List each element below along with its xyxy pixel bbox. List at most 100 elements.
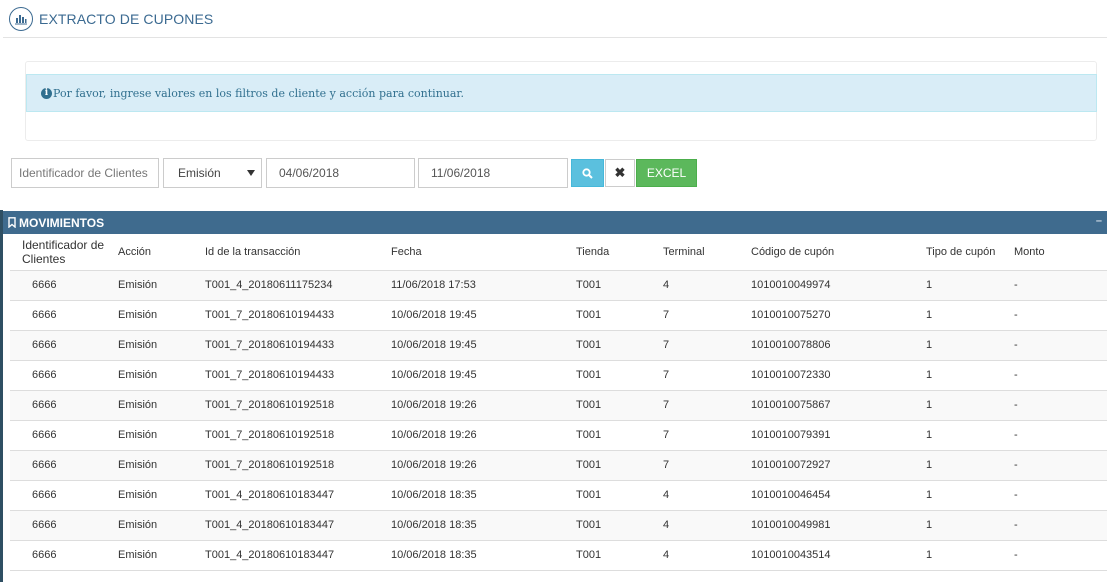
table-cell: 1 bbox=[914, 450, 1002, 481]
table-cell: 10/06/2018 19:45 bbox=[379, 300, 564, 331]
table-cell: T001_7_20180610192518 bbox=[193, 420, 379, 451]
table-cell: - bbox=[1002, 480, 1107, 511]
table-cell: T001_7_20180610192518 bbox=[193, 390, 379, 421]
table-cell: T001_7_20180610192518 bbox=[193, 450, 379, 481]
table-cell: Emisión bbox=[106, 480, 193, 511]
table-cell: - bbox=[1002, 420, 1107, 451]
table-cell: T001_4_20180610183447 bbox=[193, 480, 379, 511]
alert-message: Por favor, ingrese valores en los filtro… bbox=[53, 86, 464, 100]
table-cell: 6666 bbox=[10, 420, 106, 451]
table-cell: - bbox=[1002, 510, 1107, 541]
bar-chart-icon bbox=[9, 6, 33, 31]
table-cell: - bbox=[1002, 300, 1107, 331]
column-header[interactable]: Código de cupón bbox=[739, 234, 914, 271]
client-id-input[interactable] bbox=[11, 158, 159, 188]
table-cell: 1 bbox=[914, 300, 1002, 331]
panel-title: MOVIMIENTOS bbox=[19, 215, 105, 230]
table-cell: T001 bbox=[564, 330, 651, 361]
table-cell: 6666 bbox=[10, 480, 106, 511]
column-header[interactable]: Acción bbox=[106, 234, 193, 271]
table-cell: 11/06/2018 17:53 bbox=[379, 270, 564, 301]
table-cell: T001 bbox=[564, 450, 651, 481]
table-cell: T001_7_20180610194433 bbox=[193, 360, 379, 391]
action-select-value: Emisión bbox=[178, 166, 221, 180]
table-row: 6666 Emisión T001_4_20180611175234 11/06/20… bbox=[10, 270, 1107, 301]
column-header[interactable]: Identificador de Clientes bbox=[10, 234, 106, 271]
table-cell: T001 bbox=[564, 540, 651, 571]
table-cell: 1 bbox=[914, 360, 1002, 391]
collapse-icon[interactable]: – bbox=[1096, 215, 1102, 227]
table-cell: 6666 bbox=[10, 390, 106, 421]
page-title: EXTRACTO DE CUPONES bbox=[39, 10, 214, 27]
table-cell: T001_4_20180610183447 bbox=[193, 510, 379, 541]
table-cell: 10/06/2018 18:35 bbox=[379, 540, 564, 571]
table-cell: 7 bbox=[651, 390, 739, 421]
table-cell: - bbox=[1002, 270, 1107, 301]
table-cell: 10/06/2018 19:45 bbox=[379, 360, 564, 391]
table-cell: 6666 bbox=[10, 330, 106, 361]
table-cell: 7 bbox=[651, 330, 739, 361]
table-cell: T001_4_20180611175234 bbox=[193, 270, 379, 301]
table-cell: 10/06/2018 19:26 bbox=[379, 390, 564, 421]
movements-table: Identificador de Clientes Acción Id de la … bbox=[10, 234, 1107, 571]
date-to-input[interactable] bbox=[418, 158, 568, 188]
table-cell: Emisión bbox=[106, 450, 193, 481]
table-cell: 1010010075867 bbox=[739, 390, 914, 421]
table-cell: 1010010043514 bbox=[739, 540, 914, 571]
movements-panel-header: MOVIMIENTOS – bbox=[3, 211, 1107, 234]
table-cell: 4 bbox=[651, 510, 739, 541]
table-row: 6666 Emisión T001_4_20180610183447 10/06/20… bbox=[10, 510, 1107, 541]
column-header[interactable]: Fecha bbox=[379, 234, 564, 271]
table-cell: 7 bbox=[651, 420, 739, 451]
column-header[interactable]: Tienda bbox=[564, 234, 651, 271]
table-row: 6666 Emisión T001_7_20180610192518 10/06/20… bbox=[10, 420, 1107, 451]
table-row: 6666 Emisión T001_7_20180610194433 10/06/20… bbox=[10, 330, 1107, 361]
table-cell: T001_7_20180610194433 bbox=[193, 330, 379, 361]
table-cell: 1010010079391 bbox=[739, 420, 914, 451]
table-cell: 10/06/2018 19:26 bbox=[379, 420, 564, 451]
table-cell: - bbox=[1002, 330, 1107, 361]
column-header[interactable]: Id de la transacción bbox=[193, 234, 379, 271]
info-icon: i bbox=[41, 87, 52, 99]
table-cell: 10/06/2018 19:26 bbox=[379, 450, 564, 481]
table-row: 6666 Emisión T001_7_20180610192518 10/06/20… bbox=[10, 390, 1107, 421]
table-cell: 1 bbox=[914, 330, 1002, 361]
table-cell: T001 bbox=[564, 300, 651, 331]
column-header[interactable]: Tipo de cupón bbox=[914, 234, 1002, 271]
table-cell: Emisión bbox=[106, 420, 193, 451]
table-cell: 1 bbox=[914, 480, 1002, 511]
column-header[interactable]: Terminal bbox=[651, 234, 739, 271]
column-header[interactable]: Monto bbox=[1002, 234, 1107, 271]
table-cell: 6666 bbox=[10, 450, 106, 481]
table-cell: T001 bbox=[564, 390, 651, 421]
table-cell: Emisión bbox=[106, 330, 193, 361]
table-cell: T001 bbox=[564, 420, 651, 451]
table-cell: 6666 bbox=[10, 510, 106, 541]
table-cell: - bbox=[1002, 540, 1107, 571]
search-button[interactable] bbox=[571, 159, 604, 187]
table-cell: 1010010049981 bbox=[739, 510, 914, 541]
table-cell: 1010010049974 bbox=[739, 270, 914, 301]
table-cell: 4 bbox=[651, 480, 739, 511]
table-cell: 10/06/2018 19:45 bbox=[379, 330, 564, 361]
table-cell: 1 bbox=[914, 540, 1002, 571]
page-header: EXTRACTO DE CUPONES bbox=[3, 0, 1107, 38]
clear-button[interactable]: ✖ bbox=[605, 159, 635, 187]
date-from-input[interactable] bbox=[266, 158, 415, 188]
table-row: 6666 Emisión T001_7_20180610194433 10/06/20… bbox=[10, 300, 1107, 331]
table-cell: Emisión bbox=[106, 390, 193, 421]
table-row: 6666 Emisión T001_7_20180610192518 10/06/20… bbox=[10, 450, 1107, 481]
table-cell: 10/06/2018 18:35 bbox=[379, 480, 564, 511]
table-cell: - bbox=[1002, 360, 1107, 391]
excel-button[interactable]: EXCEL bbox=[636, 159, 697, 187]
info-alert: i Por favor, ingrese valores en los filt… bbox=[26, 74, 1097, 112]
table-cell: Emisión bbox=[106, 300, 193, 331]
caret-down-icon bbox=[247, 170, 255, 176]
table-cell: 1010010046454 bbox=[739, 480, 914, 511]
search-icon bbox=[582, 167, 593, 179]
table-cell: Emisión bbox=[106, 360, 193, 391]
table-cell: 4 bbox=[651, 540, 739, 571]
action-select[interactable]: Emisión bbox=[163, 158, 262, 188]
table-cell: 1 bbox=[914, 270, 1002, 301]
table-cell: - bbox=[1002, 390, 1107, 421]
